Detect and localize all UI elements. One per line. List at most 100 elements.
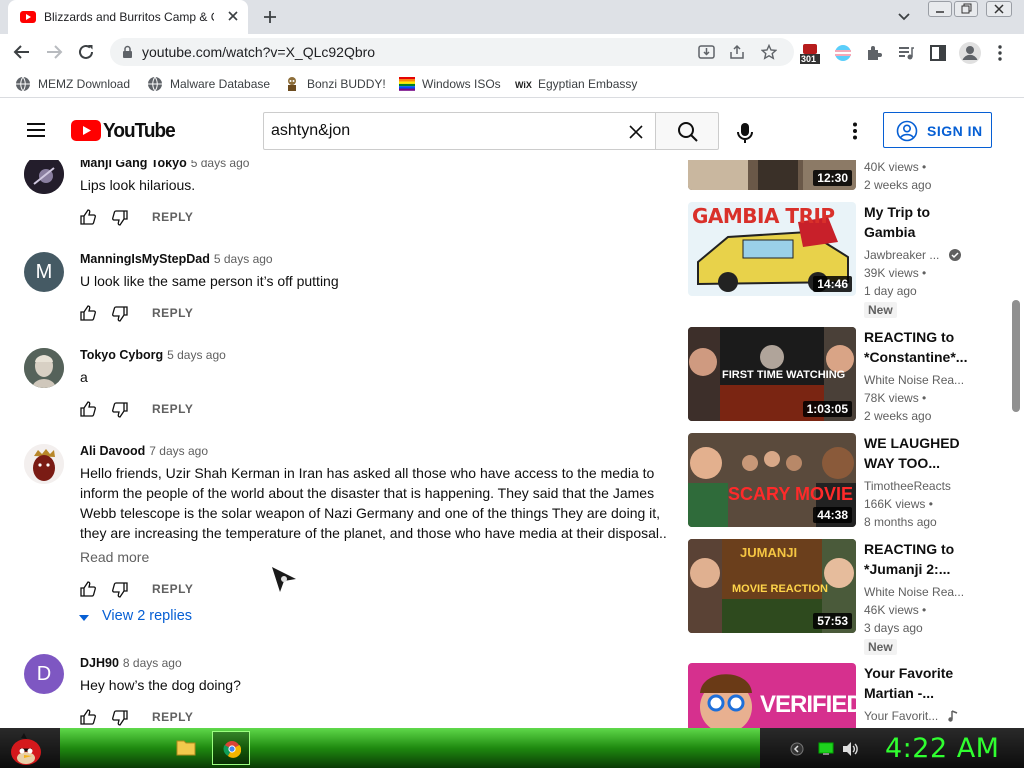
reply-button[interactable]: REPLY [152, 582, 193, 596]
bookmark-malware-database[interactable]: Malware Database [147, 76, 277, 92]
sign-in-button[interactable]: SIGN IN [883, 112, 992, 148]
avatar[interactable] [24, 348, 64, 388]
thumbs-down-icon[interactable] [112, 306, 128, 322]
comment-author[interactable]: Tokyo Cyborg 5 days ago [80, 348, 226, 362]
comment-author[interactable]: DJH90 8 days ago [80, 656, 182, 670]
settings-kebab-icon[interactable] [852, 122, 858, 140]
trans-flag-extension-icon[interactable] [834, 44, 852, 62]
view-replies-button[interactable]: View 2 replies [78, 608, 218, 628]
reply-button[interactable]: REPLY [152, 306, 193, 320]
network-icon[interactable] [818, 742, 834, 756]
search-input[interactable]: ashtyn&jon [263, 112, 656, 150]
video-title[interactable]: My Trip to Gambia [864, 202, 974, 242]
thumbs-up-icon[interactable] [80, 209, 96, 225]
hamburger-menu-icon[interactable] [26, 122, 46, 138]
side-panel-icon[interactable] [929, 44, 947, 62]
tab-search-chevron-icon[interactable] [897, 12, 911, 22]
forward-arrow-icon[interactable] [45, 43, 63, 61]
video-thumbnail[interactable]: GAMBIA TRIP 14:46 [688, 202, 856, 296]
thumbs-up-icon[interactable] [80, 305, 96, 321]
bookmark-memz-download[interactable]: MEMZ Download [15, 76, 135, 92]
channel-name[interactable]: Your Favorit... [864, 709, 958, 723]
music-note-icon [947, 710, 957, 722]
channel-name[interactable]: TimotheeReacts [864, 479, 951, 493]
comment-author[interactable]: Manji Gang Tokyo 5 days ago [80, 160, 249, 170]
comment-timestamp[interactable]: 8 days ago [123, 656, 182, 670]
tray-chevron-icon[interactable] [790, 742, 804, 756]
thumbs-down-icon[interactable] [112, 402, 128, 418]
video-duration: 44:38 [813, 507, 852, 523]
read-more-link[interactable]: Read more [80, 549, 149, 565]
video-thumbnail[interactable]: VERIFIED [688, 663, 856, 728]
thumbs-down-icon[interactable] [112, 210, 128, 226]
avatar[interactable] [24, 160, 64, 194]
video-thumbnail[interactable]: SCARY MOVIE 3 44:38 [688, 433, 856, 527]
bookmark-star-icon[interactable] [761, 44, 777, 60]
thumbs-up-icon[interactable] [80, 401, 96, 417]
close-tab-icon[interactable] [227, 10, 239, 22]
media-control-icon[interactable] [897, 44, 915, 62]
search-button[interactable] [655, 112, 719, 150]
channel-name[interactable]: White Noise Rea... [864, 585, 964, 599]
restore-button[interactable] [954, 1, 978, 17]
channel-name[interactable]: White Noise Rea... [864, 373, 964, 387]
verified-check-icon [948, 249, 961, 261]
video-age: 2 weeks ago [864, 409, 932, 423]
comment-timestamp[interactable]: 5 days ago [191, 160, 250, 170]
reply-button[interactable]: REPLY [152, 402, 193, 416]
comment-timestamp[interactable]: 7 days ago [149, 444, 208, 458]
thumbs-down-icon[interactable] [112, 582, 128, 598]
taskbar-chrome-button[interactable] [212, 731, 250, 765]
video-thumbnail[interactable]: FIRST TIME WATCHING 1:03:05 [688, 327, 856, 421]
window-close-button[interactable] [986, 1, 1012, 17]
lock-icon[interactable] [122, 45, 133, 59]
thumbnail-text: JUMANJI [740, 545, 798, 560]
scrollbar-thumb[interactable] [1012, 300, 1020, 412]
avatar[interactable]: M [24, 252, 64, 292]
back-arrow-icon[interactable] [13, 43, 31, 61]
angry-bird-start-icon[interactable] [6, 730, 46, 766]
profile-avatar-icon[interactable] [958, 41, 982, 65]
folder-icon[interactable] [176, 738, 196, 756]
video-thumbnail[interactable]: JUMANJI MOVIE REACTION 57:53 [688, 539, 856, 633]
browser-tab[interactable]: Blizzards and Burritos Camp & C [8, 0, 248, 34]
channel-name[interactable]: Jawbreaker ... [864, 248, 961, 262]
clear-search-icon[interactable] [628, 124, 644, 140]
reply-button[interactable]: REPLY [152, 210, 193, 224]
video-title[interactable]: REACTING to *Constantine*... [864, 327, 974, 367]
avatar[interactable] [24, 444, 64, 484]
extension-301-icon[interactable]: 301 [800, 43, 820, 65]
video-title[interactable]: REACTING to *Jumanji 2:... [864, 539, 974, 579]
comment-timestamp[interactable]: 5 days ago [214, 252, 273, 266]
avatar[interactable]: D [24, 654, 64, 694]
bookmark-windows-isos[interactable]: Windows ISOs [399, 76, 509, 92]
install-app-icon[interactable] [698, 44, 715, 60]
video-title[interactable]: Your Favorite Martian -... [864, 663, 974, 703]
address-bar[interactable]: youtube.com/watch?v=X_QLc92Qbro [110, 38, 794, 66]
new-tab-icon[interactable] [262, 9, 278, 25]
youtube-logo[interactable]: YouTube [71, 120, 176, 142]
extensions-puzzle-icon[interactable] [865, 44, 883, 62]
bookmark-egyptian-embassy[interactable]: WiX Egyptian Embassy [515, 76, 640, 92]
tab-title: Blizzards and Burritos Camp & C [44, 10, 214, 24]
comment-author[interactable]: Ali Davood 7 days ago [80, 444, 208, 458]
video-title[interactable]: WE LAUGHED WAY TOO... [864, 433, 974, 473]
video-age: 3 days ago [864, 621, 923, 635]
share-icon[interactable] [729, 44, 746, 60]
reload-icon[interactable] [77, 43, 95, 61]
minimize-button[interactable] [928, 1, 952, 17]
volume-icon[interactable] [842, 741, 858, 757]
comment-actions: REPLY [80, 401, 380, 418]
thumbs-up-icon[interactable] [80, 709, 96, 725]
thumbs-down-icon[interactable] [112, 710, 128, 726]
microphone-icon[interactable] [737, 122, 753, 144]
page-scrollbar[interactable] [1010, 160, 1024, 728]
taskbar-clock[interactable]: 4:22 AM [885, 733, 999, 764]
comment-author[interactable]: ManningIsMyStepDad 5 days ago [80, 252, 273, 266]
thumbs-up-icon[interactable] [80, 581, 96, 597]
chrome-menu-icon[interactable] [997, 44, 1003, 62]
bookmark-bonzi-buddy[interactable]: Bonzi BUDDY! [284, 76, 389, 92]
comment-timestamp[interactable]: 5 days ago [167, 348, 226, 362]
video-thumbnail[interactable]: 12:30 [688, 160, 856, 190]
reply-button[interactable]: REPLY [152, 710, 193, 724]
